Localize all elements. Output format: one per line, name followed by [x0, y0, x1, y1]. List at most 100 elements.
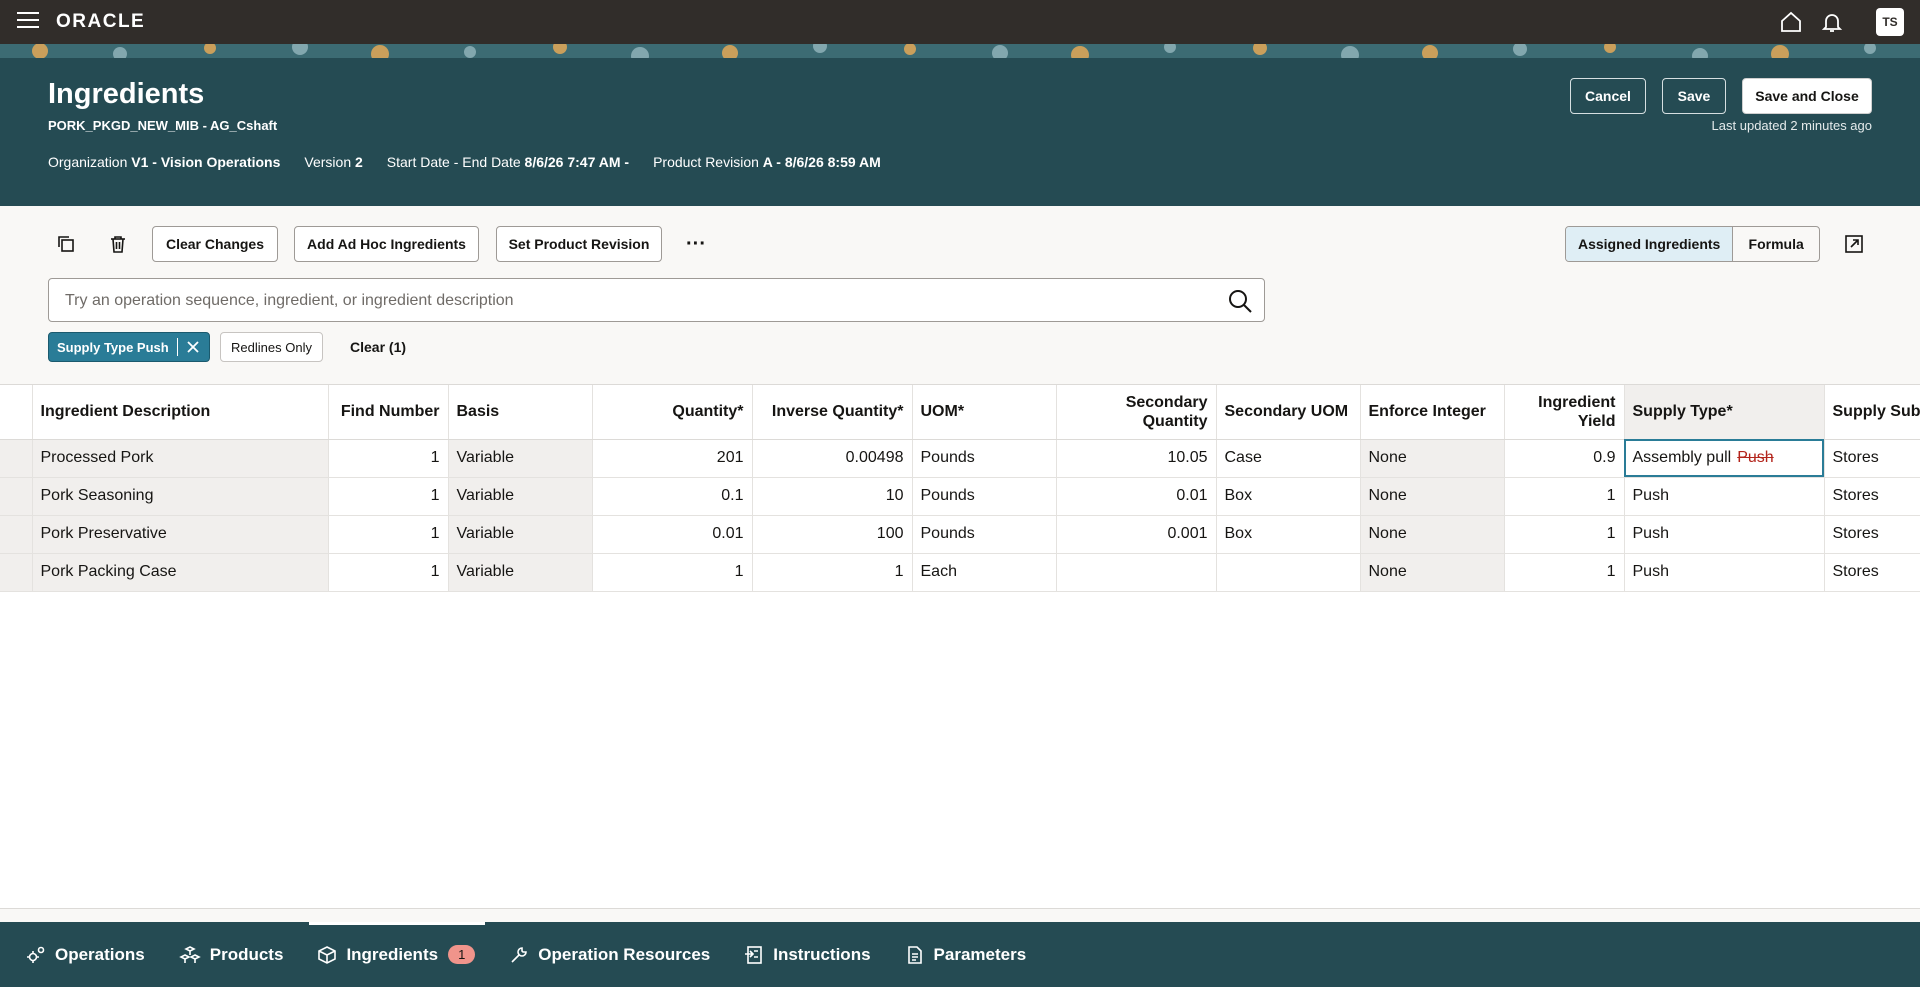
cell-find-number[interactable]: 1 — [328, 477, 449, 516]
tab-instructions[interactable]: Instructions — [744, 922, 871, 987]
cell-supply-subinventory[interactable]: Stores — [1824, 553, 1920, 592]
home-icon[interactable] — [1779, 10, 1803, 34]
avatar[interactable]: TS — [1876, 8, 1904, 36]
cell-enforce-integer[interactable]: None — [1360, 477, 1505, 516]
close-icon[interactable] — [186, 340, 200, 354]
column-header-basis[interactable]: Basis — [448, 385, 593, 440]
filter-chip-supply-type[interactable]: Supply Type Push — [48, 332, 210, 362]
cell-uom[interactable]: Pounds — [912, 477, 1057, 516]
cell-secondary-quantity[interactable]: 0.001 — [1056, 515, 1217, 554]
delete-icon[interactable] — [102, 228, 134, 260]
cell-basis[interactable]: Variable — [448, 515, 593, 554]
cell-inverse-quantity[interactable]: 10 — [752, 477, 913, 516]
cell-basis[interactable]: Variable — [448, 553, 593, 592]
cell-find-number[interactable]: 1 — [328, 439, 449, 478]
column-header-find-number[interactable]: Find Number — [328, 385, 449, 440]
cell-supply-type[interactable]: Push — [1624, 515, 1825, 554]
column-header-supply-subinventory[interactable]: Supply Subi — [1824, 385, 1920, 440]
tab-operation-resources[interactable]: Operation Resources — [509, 922, 710, 987]
add-adhoc-ingredients-button[interactable]: Add Ad Hoc Ingredients — [294, 226, 479, 262]
duplicate-icon[interactable] — [50, 228, 82, 260]
tab-label: Ingredients — [346, 944, 439, 964]
clear-changes-button[interactable]: Clear Changes — [152, 226, 278, 262]
clear-filters-link[interactable]: Clear (1) — [350, 339, 406, 355]
cell-secondary-uom[interactable]: Box — [1216, 477, 1361, 516]
more-actions-icon[interactable]: ··· — [680, 228, 712, 260]
cell-secondary-quantity[interactable]: 10.05 — [1056, 439, 1217, 478]
cell-uom[interactable]: Pounds — [912, 515, 1057, 554]
cell-uom[interactable]: Each — [912, 553, 1057, 592]
cell-enforce-integer[interactable]: None — [1360, 553, 1505, 592]
cell-basis[interactable]: Variable — [448, 439, 593, 478]
column-header-ingredient-yield[interactable]: Ingredient Yield — [1504, 385, 1625, 440]
cell-uom[interactable]: Pounds — [912, 439, 1057, 478]
save-button[interactable]: Save — [1662, 78, 1726, 114]
cell-secondary-uom[interactable]: Box — [1216, 515, 1361, 554]
tab-parameters[interactable]: Parameters — [905, 922, 1026, 987]
search-icon[interactable] — [1226, 287, 1254, 315]
row-selector[interactable] — [0, 515, 33, 554]
table-row[interactable]: Pork Packing Case 1 Variable 1 1 Each No… — [0, 553, 1920, 592]
column-header-inverse-quantity[interactable]: Inverse Quantity* — [752, 385, 913, 440]
cell-supply-type[interactable]: Push — [1624, 553, 1825, 592]
cell-quantity[interactable]: 201 — [592, 439, 753, 478]
filter-chip-redlines[interactable]: Redlines Only — [220, 332, 323, 362]
cell-description[interactable]: Pork Packing Case — [32, 553, 329, 592]
oracle-logo[interactable]: ORACLE — [56, 11, 145, 33]
cell-quantity[interactable]: 0.1 — [592, 477, 753, 516]
cancel-button[interactable]: Cancel — [1570, 78, 1646, 114]
column-header-quantity[interactable]: Quantity* — [592, 385, 753, 440]
detach-icon[interactable] — [1838, 228, 1870, 260]
cell-description[interactable]: Processed Pork — [32, 439, 329, 478]
row-selector[interactable] — [0, 553, 33, 592]
cell-find-number[interactable]: 1 — [328, 515, 449, 554]
tab-label: Products — [209, 944, 284, 964]
cell-enforce-integer[interactable]: None — [1360, 439, 1505, 478]
tab-ingredients[interactable]: Ingredients 1 — [309, 922, 486, 987]
cell-inverse-quantity[interactable]: 100 — [752, 515, 913, 554]
cell-secondary-uom[interactable]: Case — [1216, 439, 1361, 478]
cell-enforce-integer[interactable]: None — [1360, 515, 1505, 554]
cell-quantity[interactable]: 0.01 — [592, 515, 753, 554]
column-header-enforce-integer[interactable]: Enforce Integer — [1360, 385, 1505, 440]
formula-toggle[interactable]: Formula — [1733, 227, 1819, 261]
set-product-revision-button[interactable]: Set Product Revision — [496, 226, 662, 262]
bell-icon[interactable] — [1820, 10, 1844, 34]
cell-description[interactable]: Pork Preservative — [32, 515, 329, 554]
row-selector[interactable] — [0, 439, 33, 478]
cell-inverse-quantity[interactable]: 1 — [752, 553, 913, 592]
ingredients-table: Ingredient Description Find Number Basis… — [0, 384, 1920, 908]
cell-secondary-uom[interactable] — [1216, 553, 1361, 592]
cell-supply-type[interactable]: Push — [1624, 477, 1825, 516]
cell-supply-type[interactable]: Assembly pull Push — [1624, 439, 1825, 478]
save-and-close-button[interactable]: Save and Close — [1742, 78, 1872, 114]
cell-supply-subinventory[interactable]: Stores — [1824, 439, 1920, 478]
table-row[interactable]: Processed Pork 1 Variable 201 0.00498 Po… — [0, 439, 1920, 478]
search-input[interactable] — [65, 289, 1205, 313]
column-header-description[interactable]: Ingredient Description — [32, 385, 329, 440]
table-row[interactable]: Pork Preservative 1 Variable 0.01 100 Po… — [0, 515, 1920, 554]
cell-basis[interactable]: Variable — [448, 477, 593, 516]
table-row[interactable]: Pork Seasoning 1 Variable 0.1 10 Pounds … — [0, 477, 1920, 516]
cell-description[interactable]: Pork Seasoning — [32, 477, 329, 516]
menu-icon[interactable] — [17, 12, 39, 30]
column-header-secondary-uom[interactable]: Secondary UOM — [1216, 385, 1361, 440]
cell-supply-subinventory[interactable]: Stores — [1824, 477, 1920, 516]
cell-ingredient-yield[interactable]: 1 — [1504, 515, 1625, 554]
row-selector[interactable] — [0, 477, 33, 516]
cell-supply-subinventory[interactable]: Stores — [1824, 515, 1920, 554]
cell-quantity[interactable]: 1 — [592, 553, 753, 592]
column-header-supply-type[interactable]: Supply Type* — [1624, 385, 1825, 440]
cell-inverse-quantity[interactable]: 0.00498 — [752, 439, 913, 478]
cell-find-number[interactable]: 1 — [328, 553, 449, 592]
cell-ingredient-yield[interactable]: 0.9 — [1504, 439, 1625, 478]
column-header-secondary-quantity[interactable]: Secondary Quantity — [1056, 385, 1217, 440]
column-header-uom[interactable]: UOM* — [912, 385, 1057, 440]
tab-operations[interactable]: Operations — [26, 922, 145, 987]
cell-ingredient-yield[interactable]: 1 — [1504, 553, 1625, 592]
tab-products[interactable]: Products — [178, 922, 284, 987]
cell-secondary-quantity[interactable]: 0.01 — [1056, 477, 1217, 516]
cell-ingredient-yield[interactable]: 1 — [1504, 477, 1625, 516]
assigned-ingredients-toggle[interactable]: Assigned Ingredients — [1566, 227, 1734, 261]
cell-secondary-quantity[interactable] — [1056, 553, 1217, 592]
